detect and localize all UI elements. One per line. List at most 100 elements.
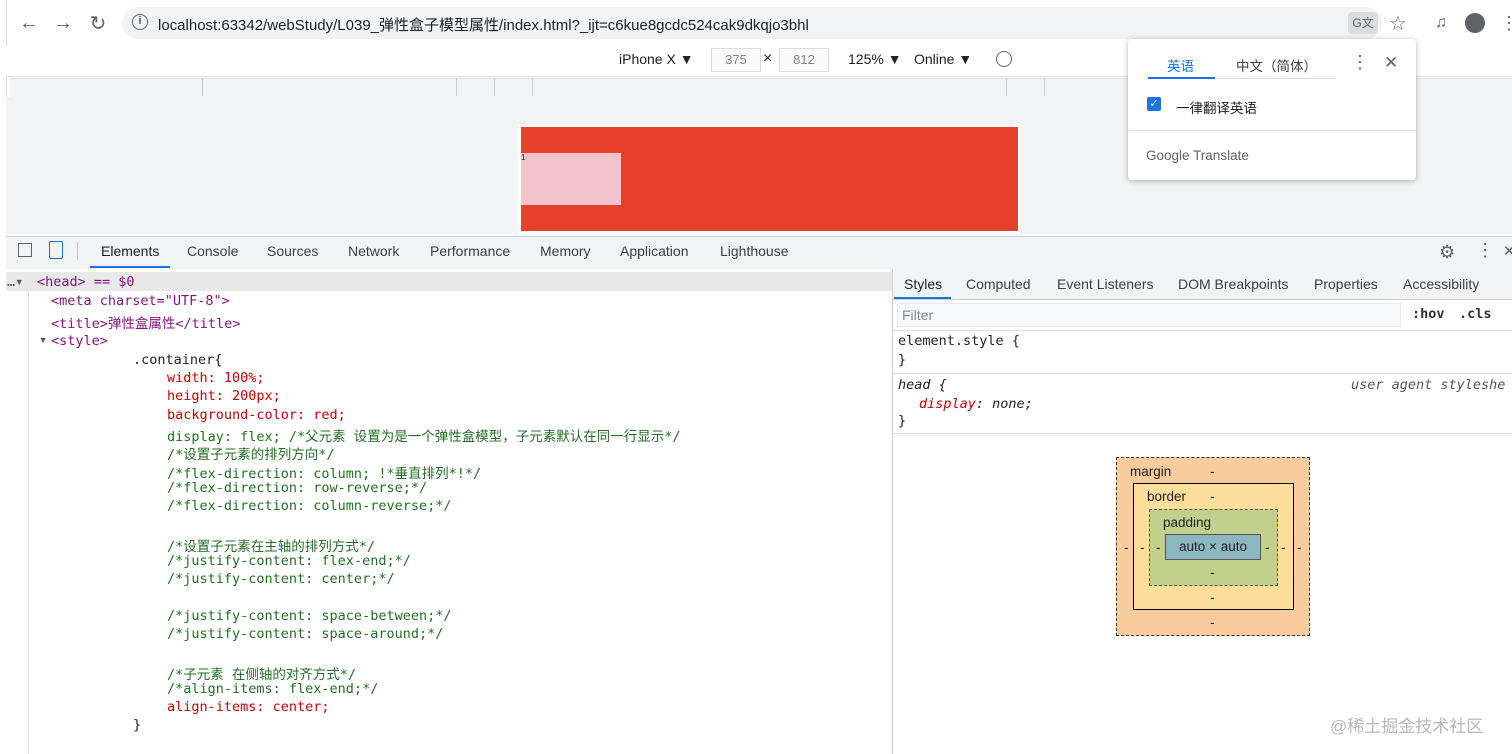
tab-memory[interactable]: Memory <box>540 243 591 259</box>
flex-child: 1 <box>521 153 621 205</box>
watermark: @稀土掘金技术社区 <box>1330 717 1484 736</box>
margin-bottom-value: - <box>1210 615 1215 630</box>
device-toggle-icon[interactable] <box>49 241 63 259</box>
border-top-value: - <box>1210 489 1215 504</box>
tab-application[interactable]: Application <box>620 243 689 259</box>
css-line: /*justify-content: center;*/ <box>167 571 395 587</box>
width-input[interactable]: 375 <box>711 48 761 72</box>
node-ellipsis: …▾ <box>7 274 24 290</box>
height-input[interactable]: 812 <box>779 48 829 72</box>
style-expand-icon[interactable]: ▾ <box>39 332 47 348</box>
margin-top-value: - <box>1210 464 1215 479</box>
head-selector: head <box>898 377 931 393</box>
hov-toggle[interactable]: :hov <box>1412 306 1445 322</box>
inspect-icon[interactable] <box>18 243 32 257</box>
active-tab-indicator <box>1148 77 1215 79</box>
css-line: background-color: red; <box>167 407 346 423</box>
user-agent-source: user agent styleshe <box>1351 377 1506 393</box>
ruler-tick <box>1044 78 1045 96</box>
tab-performance[interactable]: Performance <box>430 243 510 259</box>
devtools-close-icon[interactable]: ✕ <box>1503 242 1512 260</box>
css-line: /*flex-direction: column; !*垂直排列*!*/ <box>167 466 482 482</box>
padding-right-value: - <box>1265 540 1270 555</box>
filter-placeholder: Filter <box>902 307 934 323</box>
css-line: /*justify-content: space-between;*/ <box>167 608 452 624</box>
rotate-icon[interactable] <box>996 51 1012 67</box>
head-rule-selector: head { <box>898 377 947 393</box>
rule-divider <box>893 373 1512 374</box>
menu-icon[interactable]: ⋮ <box>1496 10 1512 36</box>
tab-elements[interactable]: Elements <box>101 243 159 259</box>
head-open-brace: { <box>930 377 947 393</box>
translate-tab-chinese[interactable]: 中文（简体） <box>1236 55 1317 75</box>
css-line: .container{ <box>133 352 223 368</box>
toolbar-divider <box>77 242 78 260</box>
tab-console[interactable]: Console <box>187 243 238 259</box>
ruler-tick <box>1006 78 1007 96</box>
close-icon[interactable]: ✕ <box>1384 53 1398 73</box>
ruler-tick <box>494 78 495 96</box>
ruler-tick <box>456 78 457 96</box>
settings-gear-icon[interactable]: ⚙ <box>1439 242 1455 263</box>
tab-styles[interactable]: Styles <box>904 276 942 292</box>
border-bottom-value: - <box>1210 590 1215 605</box>
head-rule-declaration: display: none; <box>919 396 1033 412</box>
tab-dom-breakpoints[interactable]: DOM Breakpoints <box>1178 276 1288 292</box>
translate-wordmark: Translate <box>1193 148 1249 163</box>
back-icon[interactable]: ← <box>16 10 42 36</box>
reload-icon[interactable]: ↻ <box>85 10 111 36</box>
tab-sources[interactable]: Sources <box>267 243 318 259</box>
more-options-icon[interactable]: ⋮ <box>1351 52 1369 73</box>
margin-right-value: - <box>1297 540 1302 555</box>
translate-tab-english[interactable]: 英语 <box>1167 55 1194 75</box>
css-line: align-items: center; <box>167 699 330 715</box>
url-text[interactable]: localhost:63342/webStudy/L039_弹性盒子模型属性/i… <box>158 14 809 35</box>
media-icon[interactable]: ♫ <box>1428 10 1454 36</box>
tab-network[interactable]: Network <box>348 243 399 259</box>
padding-bottom-value: - <box>1210 565 1215 580</box>
meta-node[interactable]: <meta charset="UTF-8"> <box>51 293 230 309</box>
dimension-separator: × <box>763 50 773 67</box>
tab-event-listeners[interactable]: Event Listeners <box>1057 276 1154 292</box>
title-node[interactable]: <title>弹性盒属性</title> <box>51 312 240 332</box>
border-right-value: - <box>1281 540 1286 555</box>
css-line: /*align-items: flex-end;*/ <box>167 681 379 697</box>
tab-lighthouse[interactable]: Lighthouse <box>720 243 789 259</box>
forward-icon[interactable]: → <box>50 10 76 36</box>
google-wordmark: Google <box>1146 148 1190 163</box>
info-icon[interactable]: i <box>132 14 148 30</box>
translate-icon[interactable]: G文 <box>1348 12 1378 34</box>
head-node[interactable]: <head> == $0 <box>37 274 135 290</box>
rule-divider <box>893 433 1512 434</box>
box-model-content[interactable]: auto × auto <box>1165 534 1261 560</box>
css-line: /*justify-content: space-around;*/ <box>167 626 444 642</box>
active-subtab-indicator <box>894 297 951 299</box>
filter-input[interactable] <box>897 303 1401 327</box>
zoom-select[interactable]: 125% ▼ <box>848 51 902 67</box>
head-rule-close: } <box>898 413 907 429</box>
margin-left-value: - <box>1124 540 1129 555</box>
star-icon[interactable]: ☆ <box>1385 10 1411 36</box>
margin-label: margin <box>1130 464 1172 479</box>
tab-computed[interactable]: Computed <box>966 276 1031 292</box>
css-line: height: 200px; <box>167 388 281 404</box>
devtools-menu-icon[interactable]: ⋮ <box>1476 240 1494 261</box>
panel-splitter[interactable] <box>892 269 893 754</box>
tab-properties[interactable]: Properties <box>1314 276 1378 292</box>
tab-accessibility[interactable]: Accessibility <box>1403 276 1479 292</box>
css-line: /*设置子元素在主轴的排列方式*/ <box>167 539 376 555</box>
popup-divider <box>1129 130 1416 131</box>
selected-node-row[interactable] <box>6 272 892 291</box>
css-line: width: 100%; <box>167 370 265 386</box>
device-select[interactable]: iPhone X ▼ <box>619 51 694 67</box>
css-line: /*flex-direction: row-reverse;*/ <box>167 480 428 496</box>
google-translate-logo: Google Translate <box>1146 148 1249 163</box>
profile-icon[interactable] <box>1465 13 1485 33</box>
always-translate-checkbox[interactable]: ✓ <box>1147 97 1161 111</box>
css-line: /*justify-content: flex-end;*/ <box>167 553 411 569</box>
network-select[interactable]: Online ▼ <box>914 51 972 67</box>
style-node[interactable]: <style> <box>51 333 108 349</box>
ruler-tick <box>532 78 533 96</box>
tab-divider <box>1215 78 1335 79</box>
cls-toggle[interactable]: .cls <box>1459 306 1492 322</box>
